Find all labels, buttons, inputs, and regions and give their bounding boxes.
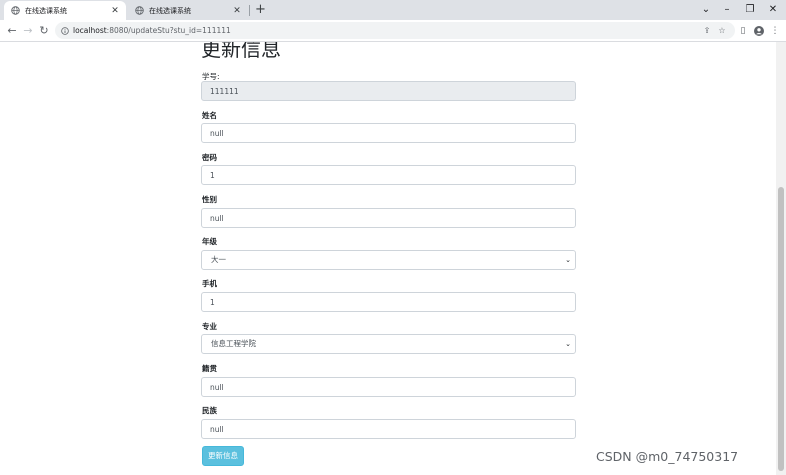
- name-label: 姓名: [202, 111, 217, 120]
- tab-divider: [249, 5, 250, 16]
- phone-label: 手机: [202, 279, 217, 288]
- browser-window: 在线选课系统 ✕ 在线选课系统 ✕ + ⌄ – ❐ ✕ ← → ↻ localh…: [0, 0, 786, 475]
- profile-icon[interactable]: [752, 23, 766, 39]
- page-viewport: 更新信息 学号: 姓名 密码 性别 年级 大一 ⌄ 手机 专业 信息工程学院 ⌄…: [0, 42, 776, 475]
- phone-field[interactable]: [201, 292, 576, 312]
- chevron-down-icon: ⌄: [565, 256, 571, 264]
- gender-field[interactable]: [201, 208, 576, 228]
- gender-label: 性别: [202, 195, 217, 204]
- grade-selected-value: 大一: [211, 255, 226, 264]
- password-field[interactable]: [201, 165, 576, 185]
- chevron-down-icon: ⌄: [565, 340, 571, 348]
- page-title: 更新信息: [201, 42, 281, 61]
- url-host: localhost: [73, 26, 107, 35]
- page-scrollbar[interactable]: [776, 42, 786, 475]
- url-text: localhost:8080/updateStu?stu_id=111111: [73, 26, 231, 35]
- globe-icon: [11, 6, 20, 15]
- share-icon[interactable]: ⇪: [702, 26, 712, 36]
- ethnicity-field[interactable]: [201, 419, 576, 439]
- watermark-text: CSDN @m0_74750317: [596, 449, 739, 464]
- tab-title: 在线选课系统: [149, 6, 191, 15]
- tab-active[interactable]: 在线选课系统 ✕: [4, 1, 126, 20]
- native-place-label: 籍贯: [202, 364, 217, 373]
- native-place-field[interactable]: [201, 377, 576, 397]
- grade-select[interactable]: 大一 ⌄: [201, 250, 576, 270]
- tab-strip: 在线选课系统 ✕ 在线选课系统 ✕ + ⌄ – ❐ ✕: [0, 0, 786, 20]
- student-id-field[interactable]: [201, 81, 576, 101]
- tab-inactive[interactable]: 在线选课系统 ✕: [128, 1, 248, 20]
- side-panel-icon[interactable]: ▯: [736, 23, 750, 39]
- close-icon[interactable]: ✕: [109, 5, 121, 17]
- close-icon[interactable]: ✕: [231, 5, 243, 17]
- browser-toolbar: ← → ↻ localhost:8080/updateStu?stu_id=11…: [0, 20, 786, 42]
- site-info-icon[interactable]: [61, 26, 69, 35]
- globe-icon: [135, 6, 144, 15]
- reload-icon[interactable]: ↻: [36, 23, 52, 39]
- back-icon[interactable]: ←: [4, 23, 20, 39]
- update-info-button[interactable]: 更新信息: [202, 446, 244, 466]
- address-bar[interactable]: localhost:8080/updateStu?stu_id=111111 ⇪…: [55, 22, 735, 39]
- grade-label: 年级: [202, 237, 217, 246]
- ethnicity-label: 民族: [202, 406, 217, 415]
- password-label: 密码: [202, 153, 217, 162]
- url-path: :8080/updateStu?stu_id=111111: [106, 26, 231, 35]
- major-selected-value: 信息工程学院: [211, 339, 256, 348]
- minimize-icon[interactable]: –: [718, 2, 736, 17]
- forward-icon[interactable]: →: [20, 23, 36, 39]
- major-select[interactable]: 信息工程学院 ⌄: [201, 334, 576, 354]
- scrollbar-thumb[interactable]: [778, 187, 784, 471]
- restore-icon[interactable]: ❐: [741, 2, 759, 17]
- bookmark-star-icon[interactable]: ☆: [717, 26, 727, 36]
- close-window-icon[interactable]: ✕: [764, 2, 782, 17]
- new-tab-button[interactable]: +: [253, 2, 268, 17]
- tab-search-icon[interactable]: ⌄: [697, 2, 715, 17]
- major-label: 专业: [202, 322, 217, 331]
- tab-title: 在线选课系统: [25, 6, 67, 15]
- name-field[interactable]: [201, 123, 576, 143]
- menu-dots-icon[interactable]: ⋮: [768, 23, 782, 39]
